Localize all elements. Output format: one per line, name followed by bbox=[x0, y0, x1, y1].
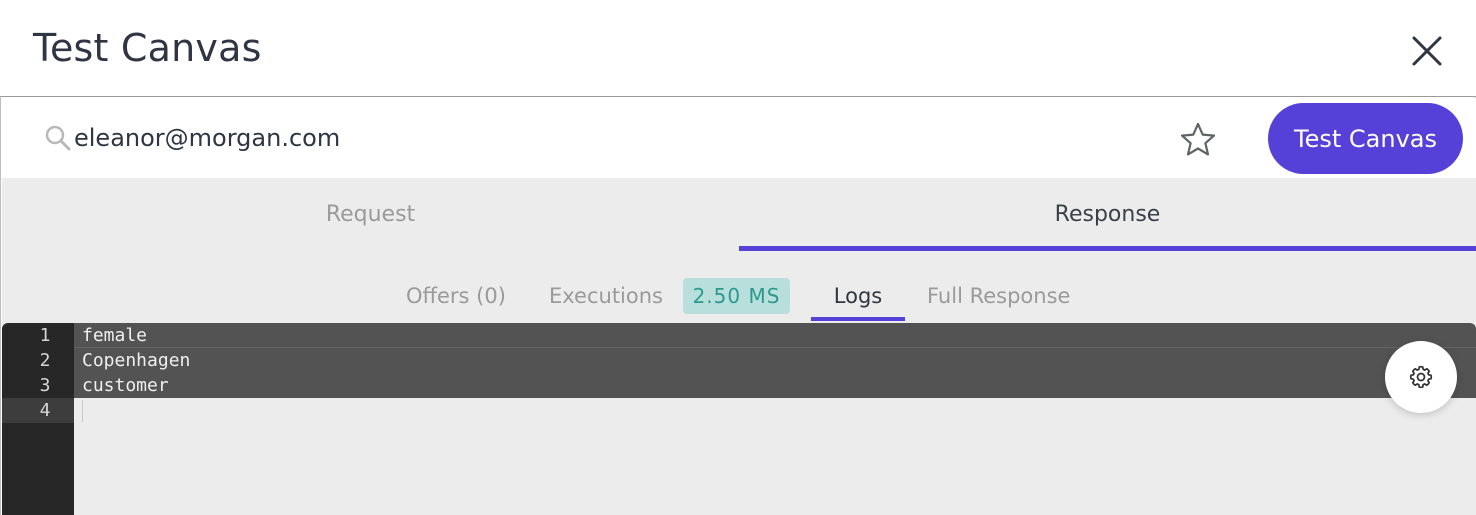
code-line: Copenhagen bbox=[82, 350, 191, 371]
tab-request[interactable]: Request bbox=[2, 178, 739, 250]
response-content: Request Response Offers (0) Executions 2… bbox=[2, 178, 1476, 515]
code-selection: female Copenhagen customer bbox=[74, 323, 1476, 398]
search-icon bbox=[45, 125, 71, 151]
gear-icon bbox=[1409, 365, 1433, 389]
code-line: female bbox=[82, 325, 148, 346]
star-icon bbox=[1180, 122, 1216, 156]
tab-active-indicator bbox=[739, 246, 1476, 251]
favorite-button[interactable] bbox=[1178, 120, 1218, 160]
execution-time-badge: 2.50 MS bbox=[683, 278, 790, 314]
dialog-title: Test Canvas bbox=[33, 26, 262, 70]
search-input[interactable] bbox=[74, 118, 874, 158]
close-icon bbox=[1412, 36, 1442, 66]
editor-gutter: 1 2 3 4 bbox=[2, 323, 74, 515]
text-cursor bbox=[82, 400, 83, 422]
test-panel: Test Canvas Request Response Offers (0) … bbox=[0, 96, 1476, 515]
settings-button[interactable] bbox=[1385, 341, 1457, 413]
line-number: 2 bbox=[39, 350, 51, 371]
code-line: customer bbox=[82, 375, 169, 396]
close-button[interactable] bbox=[1404, 28, 1450, 74]
line-number: 1 bbox=[39, 325, 51, 346]
line-number: 3 bbox=[39, 375, 51, 396]
subtab-executions[interactable]: Executions bbox=[549, 278, 663, 314]
subtab-offers[interactable]: Offers (0) bbox=[406, 278, 506, 314]
tab-response[interactable]: Response bbox=[739, 178, 1476, 250]
dialog-header: Test Canvas bbox=[0, 0, 1476, 97]
search-bar: Test Canvas bbox=[2, 98, 1476, 178]
subtab-logs[interactable]: Logs bbox=[811, 278, 905, 314]
line-divider bbox=[74, 347, 1476, 348]
line-number: 4 bbox=[2, 398, 74, 423]
subtab-full-response[interactable]: Full Response bbox=[927, 278, 1070, 314]
subtab-active-indicator bbox=[811, 317, 905, 321]
test-canvas-button[interactable]: Test Canvas bbox=[1268, 103, 1463, 174]
log-editor[interactable]: 1 2 3 4 female Copenhagen customer bbox=[2, 323, 1476, 515]
